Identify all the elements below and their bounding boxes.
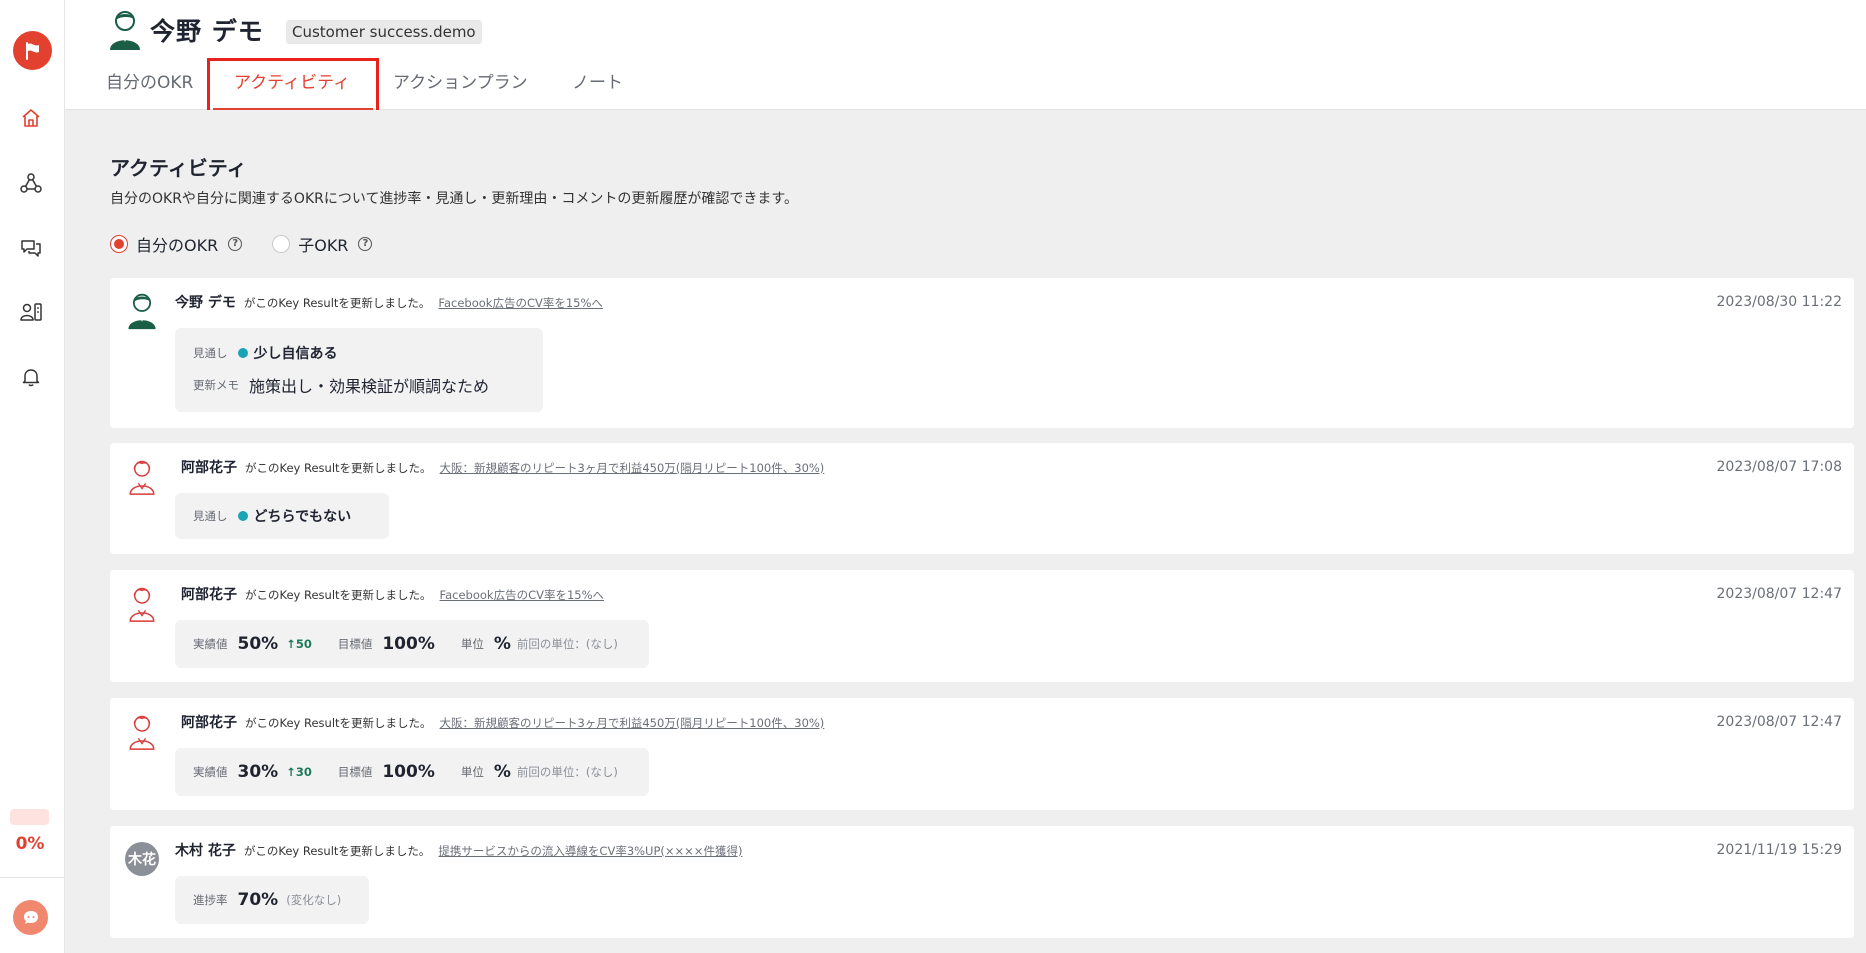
radio-child-okr[interactable] — [272, 235, 291, 253]
activity-author: 阿部花子 — [181, 587, 237, 603]
previous-unit: 前回の単位：(なし) — [516, 637, 618, 651]
activity-detail: 見通し 少し自信ある 更新メモ 施策出し・効果検証が順調なため — [175, 328, 543, 412]
user-name: 今野 デモ — [150, 17, 264, 46]
activity-timestamp: 2023/08/07 12:47 — [1716, 714, 1843, 730]
progress-bar — [10, 809, 49, 825]
activity-detail: 実績値 30% ↑30 目標値 100% 単位 % 前回の単位：(なし) — [175, 748, 649, 796]
memo-value: 施策出し・効果検証が順調なため — [249, 377, 490, 396]
tab-action-plan[interactable]: アクションプラン — [393, 68, 528, 93]
network-icon[interactable] — [18, 170, 44, 196]
activity-author: 木村 花子 — [175, 843, 236, 859]
okr-filter: 自分のOKR ? 子OKR ? — [110, 232, 394, 256]
activity-timestamp: 2023/08/07 12:47 — [1716, 586, 1843, 602]
activity-detail: 実績値 50% ↑50 目標値 100% 単位 % 前回の単位：(なし) — [175, 620, 649, 668]
previous-unit: 前回の単位：(なし) — [516, 765, 618, 779]
activity-detail: 進捗率 70% (変化なし) — [175, 876, 369, 924]
avatar: 木花 — [125, 842, 159, 876]
org-badge: Customer success.demo — [286, 20, 482, 44]
radio-my-okr[interactable] — [110, 235, 128, 253]
actual-delta: ↑50 — [286, 637, 312, 651]
activity-author: 阿部花子 — [181, 715, 237, 731]
tab-my-okr[interactable]: 自分のOKR — [106, 68, 193, 93]
activity-card: 今野 デモ がこのKey Resultを更新しました。 Facebook広告のC… — [110, 278, 1854, 428]
activity-action: がこのKey Resultを更新しました。 — [243, 296, 431, 310]
unit-label: 単位 — [460, 765, 484, 779]
activity-header: 木村 花子 がこのKey Resultを更新しました。 提携サービスからの流入導… — [175, 840, 742, 860]
progress-text: 0% — [15, 834, 45, 854]
progress-label: 進捗率 — [193, 893, 228, 907]
actual-label: 実績値 — [193, 637, 228, 651]
home-icon[interactable] — [18, 105, 44, 131]
target-label: 目標値 — [337, 765, 373, 779]
header: 今野 デモ Customer success.demo 自分のOKR アクティビ… — [65, 0, 1866, 129]
activity-author: 今野 デモ — [175, 295, 236, 311]
radio-my-okr-label[interactable]: 自分のOKR — [136, 232, 218, 256]
activity-action: がこのKey Resultを更新しました。 — [245, 461, 432, 475]
memo-label: 更新メモ — [193, 378, 239, 392]
activity-author: 阿部花子 — [181, 460, 237, 476]
activity-card: 阿部花子 がこのKey Resultを更新しました。 大阪：新規顧客のリピート3… — [110, 443, 1854, 554]
outlook-dot — [237, 348, 248, 358]
radio-child-okr-label[interactable]: 子OKR — [298, 232, 348, 256]
activity-card: 阿部花子 がこのKey Resultを更新しました。 Facebook広告のCV… — [110, 570, 1854, 682]
chat-icon[interactable] — [18, 235, 44, 261]
key-result-link[interactable]: 大阪：新規顧客のリピート3ヶ月で利益450万(隔月リピート100件、30%) — [440, 715, 825, 731]
sidebar-divider — [0, 877, 64, 878]
key-result-link[interactable]: Facebook広告のCV率を15%へ — [440, 587, 605, 603]
activity-header: 阿部花子 がこのKey Resultを更新しました。 大阪：新規顧客のリピート3… — [181, 712, 824, 732]
key-result-link[interactable]: Facebook広告のCV率を15%へ — [438, 295, 603, 311]
help-icon[interactable]: ? — [228, 237, 243, 251]
activity-action: がこのKey Resultを更新しました。 — [245, 588, 432, 602]
actual-value: 50% — [237, 634, 279, 654]
outlook-dot — [237, 511, 248, 521]
outlook-value: どちらでもない — [253, 509, 352, 525]
activity-header: 今野 デモ がこのKey Resultを更新しました。 Facebook広告のC… — [175, 292, 603, 312]
key-result-link[interactable]: 提携サービスからの流入導線をCV率3%UP(××××件獲得) — [438, 843, 742, 859]
outlook-label: 見通し — [193, 509, 228, 523]
user-avatar — [108, 9, 142, 51]
unit-value: % — [493, 634, 511, 654]
chat-bubble-icon[interactable] — [13, 900, 48, 935]
target-label: 目標値 — [337, 637, 373, 651]
activity-card: 阿部花子 がこのKey Resultを更新しました。 大阪：新規顧客のリピート3… — [110, 698, 1854, 810]
help-icon[interactable]: ? — [358, 237, 373, 251]
progress-note: (変化なし) — [286, 893, 342, 907]
unit-value: % — [493, 762, 511, 782]
outlook-label: 見通し — [193, 346, 228, 360]
activity-card: 木花 木村 花子 がこのKey Resultを更新しました。 提携サービスからの… — [110, 826, 1854, 938]
actual-delta: ↑30 — [286, 765, 312, 779]
tab-note[interactable]: ノート — [572, 68, 623, 93]
bell-icon[interactable] — [18, 364, 44, 390]
activity-header: 阿部花子 がこのKey Resultを更新しました。 Facebook広告のCV… — [181, 584, 604, 604]
user-avatar — [126, 584, 158, 622]
user-avatar — [126, 712, 158, 750]
main-content: アクティビティ 自分のOKRや自分に関連するOKRについて進捗率・見通し・更新理… — [65, 110, 1866, 953]
key-result-link[interactable]: 大阪：新規顧客のリピート3ヶ月で利益450万(隔月リピート100件、30%) — [440, 460, 825, 476]
target-value: 100% — [382, 634, 435, 654]
unit-label: 単位 — [460, 637, 484, 651]
user-avatar — [126, 457, 158, 495]
activity-header: 阿部花子 がこのKey Resultを更新しました。 大阪：新規顧客のリピート3… — [181, 457, 824, 477]
users-icon[interactable] — [18, 299, 44, 325]
outlook-value: 少し自信ある — [253, 346, 338, 362]
actual-label: 実績値 — [193, 765, 228, 779]
page-description: 自分のOKRや自分に関連するOKRについて進捗率・見通し・更新理由・コメントの更… — [110, 191, 799, 207]
activity-action: がこのKey Resultを更新しました。 — [243, 844, 431, 858]
target-value: 100% — [382, 762, 435, 782]
sidebar: 0% — [0, 0, 65, 953]
user-avatar — [126, 292, 158, 330]
activity-timestamp: 2023/08/07 17:08 — [1716, 459, 1843, 475]
page-title: アクティビティ — [110, 156, 247, 180]
actual-value: 30% — [237, 762, 279, 782]
activity-detail: 見通し どちらでもない — [175, 493, 389, 539]
activity-action: がこのKey Resultを更新しました。 — [245, 716, 432, 730]
activity-timestamp: 2023/08/30 11:22 — [1716, 294, 1843, 310]
flag-icon[interactable] — [13, 31, 52, 70]
progress-value: 70% — [237, 890, 279, 910]
activity-timestamp: 2021/11/19 15:29 — [1716, 842, 1843, 858]
